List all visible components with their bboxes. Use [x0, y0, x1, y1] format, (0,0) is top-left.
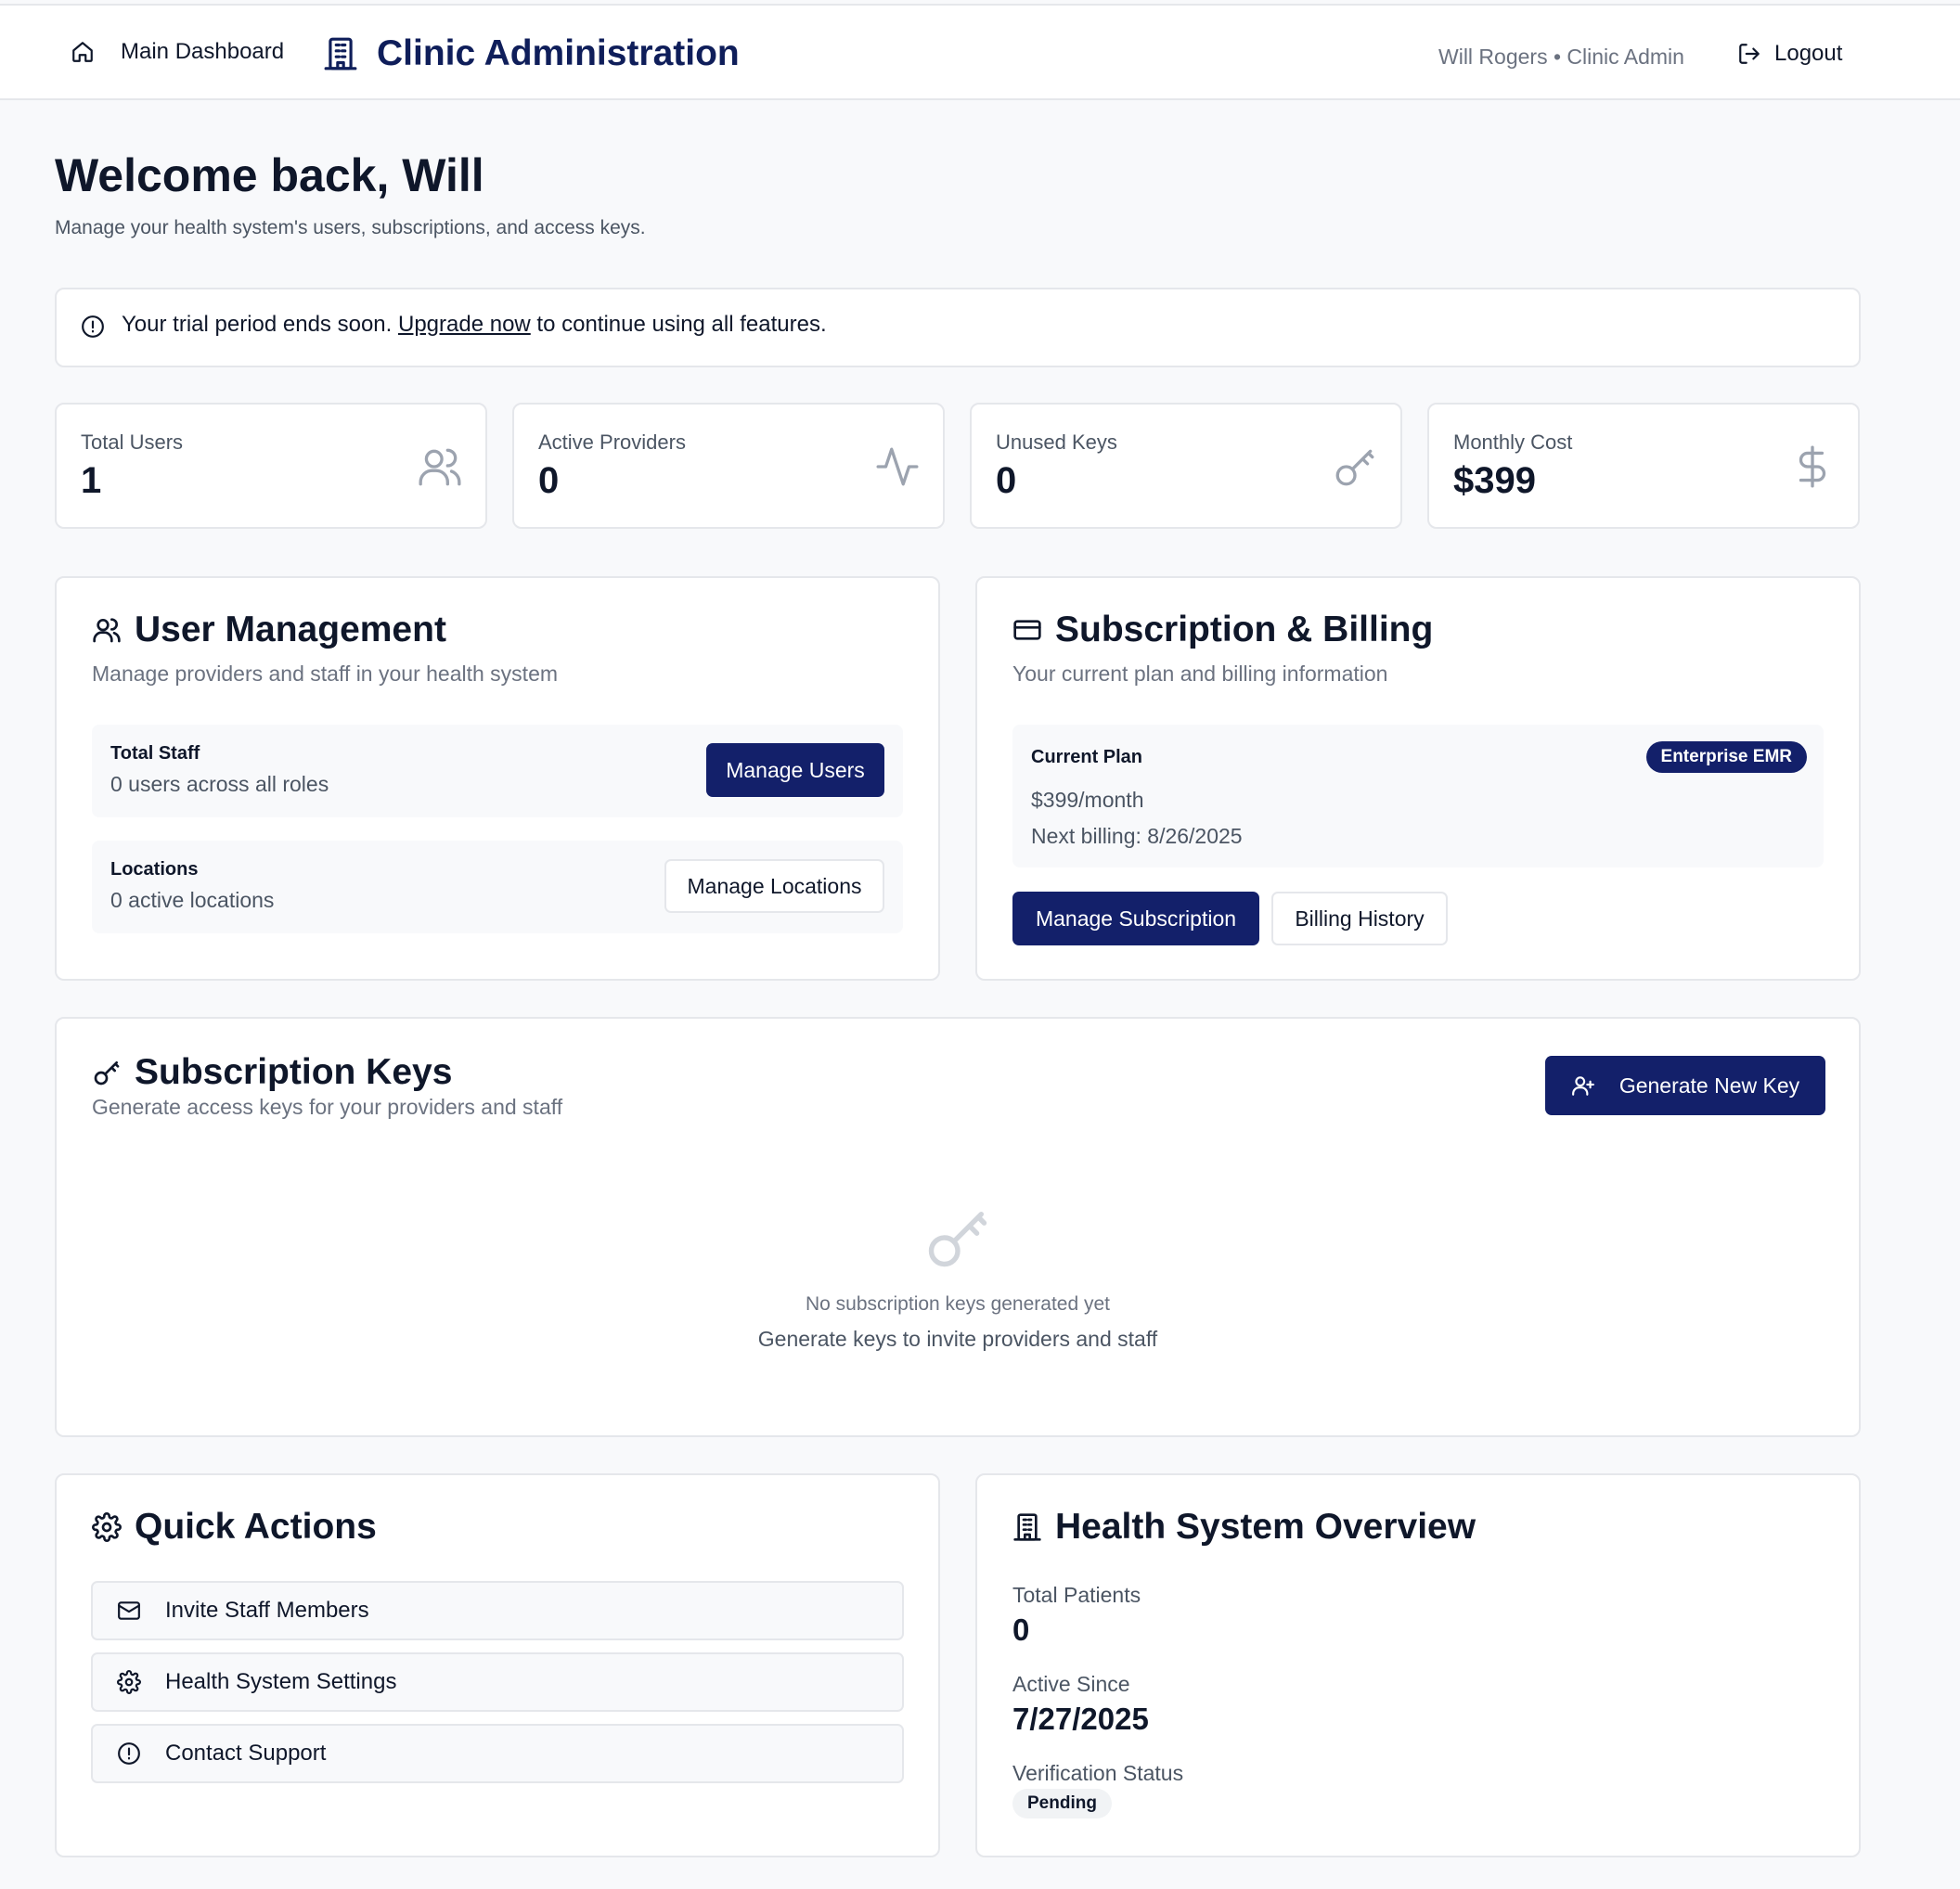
stat-value: 0	[538, 460, 560, 501]
user-plus-icon	[1571, 1073, 1595, 1098]
home-icon	[71, 40, 95, 64]
generate-new-key-button[interactable]: Generate New Key	[1545, 1056, 1825, 1115]
empty-state-title: No subscription keys generated yet	[805, 1293, 1110, 1315]
stat-card-active-providers: Active Providers 0	[512, 403, 945, 529]
total-patients-label: Total Patients	[1012, 1583, 1141, 1607]
panel-header: User Management	[92, 610, 446, 650]
locations-count: 0 active locations	[110, 888, 275, 912]
key-icon	[92, 1058, 122, 1087]
locations-box: Locations 0 active locations Manage Loca…	[92, 841, 903, 933]
panel-title: Health System Overview	[1055, 1507, 1476, 1547]
stat-card-total-users: Total Users 1	[55, 403, 487, 529]
stat-card-monthly-cost: Monthly Cost $399	[1427, 403, 1860, 529]
panel-title: User Management	[135, 610, 446, 649]
panel-title: Quick Actions	[135, 1507, 377, 1547]
alert-circle-icon	[117, 1741, 141, 1766]
current-plan-label: Current Plan	[1031, 747, 1143, 767]
panel-subtitle: Manage providers and staff in your healt…	[92, 662, 559, 686]
verification-status-label: Verification Status	[1012, 1761, 1184, 1785]
panel-header: Subscription & Billing	[1012, 610, 1433, 650]
total-staff-box: Total Staff 0 users across all roles Man…	[92, 725, 903, 817]
billing-history-button[interactable]: Billing History	[1271, 892, 1448, 945]
alert-circle-icon	[81, 315, 105, 339]
building-icon	[1012, 1512, 1042, 1542]
mail-icon	[117, 1599, 141, 1623]
brand: Clinic Administration	[323, 33, 740, 74]
panel-subtitle: Generate access keys for your providers …	[92, 1095, 563, 1119]
stat-label: Unused Keys	[996, 430, 1117, 454]
logout-button[interactable]: Logout	[1737, 41, 1842, 67]
building-icon	[323, 35, 358, 72]
gear-icon	[117, 1670, 141, 1694]
trial-alert: Your trial period ends soon. Upgrade now…	[55, 288, 1861, 367]
subscription-billing-panel: Subscription & Billing Your current plan…	[975, 576, 1861, 981]
panel-title: Subscription & Billing	[1055, 610, 1434, 649]
user-info: Will Rogers • Clinic Admin	[1438, 45, 1684, 69]
main-dashboard-link[interactable]: Main Dashboard	[71, 39, 284, 65]
current-plan-box: Current Plan Enterprise EMR $399/month N…	[1012, 725, 1824, 867]
panel-header: Quick Actions	[92, 1507, 377, 1548]
activity-icon	[874, 443, 921, 490]
alert-suffix: to continue using all features.	[536, 312, 827, 337]
welcome-title: Welcome back, Will	[55, 149, 484, 201]
stat-label: Monthly Cost	[1453, 430, 1573, 454]
verification-status-badge: Pending	[1012, 1789, 1112, 1818]
alert-prefix: Your trial period ends soon.	[122, 312, 393, 337]
dollar-icon	[1789, 443, 1836, 490]
key-icon	[1332, 443, 1378, 490]
page-title: Clinic Administration	[377, 33, 740, 73]
invite-staff-button[interactable]: Invite Staff Members	[91, 1581, 904, 1640]
users-icon	[417, 443, 463, 490]
panel-subtitle: Your current plan and billing informatio…	[1012, 662, 1388, 686]
manage-users-button[interactable]: Manage Users	[706, 743, 884, 797]
stat-value: 0	[996, 460, 1017, 501]
plan-price: $399/month	[1031, 788, 1144, 812]
main-dashboard-label: Main Dashboard	[121, 39, 285, 64]
stat-label: Active Providers	[538, 430, 686, 454]
contact-support-label: Contact Support	[165, 1741, 327, 1766]
panel-header: Health System Overview	[1012, 1507, 1476, 1548]
panel-header: Subscription Keys	[92, 1052, 452, 1093]
alert-message: Your trial period ends soon. Upgrade now…	[122, 312, 827, 338]
next-billing: Next billing: 8/26/2025	[1031, 824, 1243, 848]
active-since-label: Active Since	[1012, 1672, 1130, 1696]
empty-state-subtitle: Generate keys to invite providers and st…	[757, 1327, 1158, 1351]
gear-icon	[92, 1512, 122, 1542]
active-since-value: 7/27/2025	[1012, 1702, 1149, 1736]
manage-subscription-button[interactable]: Manage Subscription	[1012, 892, 1259, 945]
invite-staff-label: Invite Staff Members	[165, 1598, 369, 1623]
welcome-subtitle: Manage your health system's users, subsc…	[55, 217, 646, 238]
contact-support-button[interactable]: Contact Support	[91, 1724, 904, 1783]
credit-card-icon	[1012, 615, 1042, 645]
logout-label: Logout	[1774, 41, 1843, 66]
panel-title: Subscription Keys	[135, 1052, 453, 1092]
health-system-settings-label: Health System Settings	[165, 1669, 397, 1694]
logout-icon	[1737, 42, 1761, 66]
user-management-panel: User Management Manage providers and sta…	[55, 576, 940, 981]
locations-title: Locations	[110, 859, 199, 880]
users-icon	[92, 615, 122, 645]
stat-card-unused-keys: Unused Keys 0	[970, 403, 1402, 529]
stat-value: 1	[81, 460, 102, 501]
stat-value: $399	[1453, 460, 1536, 501]
health-system-settings-button[interactable]: Health System Settings	[91, 1652, 904, 1712]
total-patients-value: 0	[1012, 1613, 1030, 1647]
top-header: Main Dashboard Clinic Administration Wil…	[0, 4, 1960, 100]
total-staff-title: Total Staff	[110, 743, 200, 764]
manage-locations-button[interactable]: Manage Locations	[664, 859, 884, 913]
total-staff-count: 0 users across all roles	[110, 772, 329, 796]
plan-badge: Enterprise EMR	[1645, 741, 1807, 773]
generate-new-key-label: Generate New Key	[1618, 1073, 1800, 1098]
upgrade-now-link[interactable]: Upgrade now	[398, 312, 531, 337]
stat-label: Total Users	[81, 430, 184, 454]
key-icon	[922, 1202, 993, 1273]
